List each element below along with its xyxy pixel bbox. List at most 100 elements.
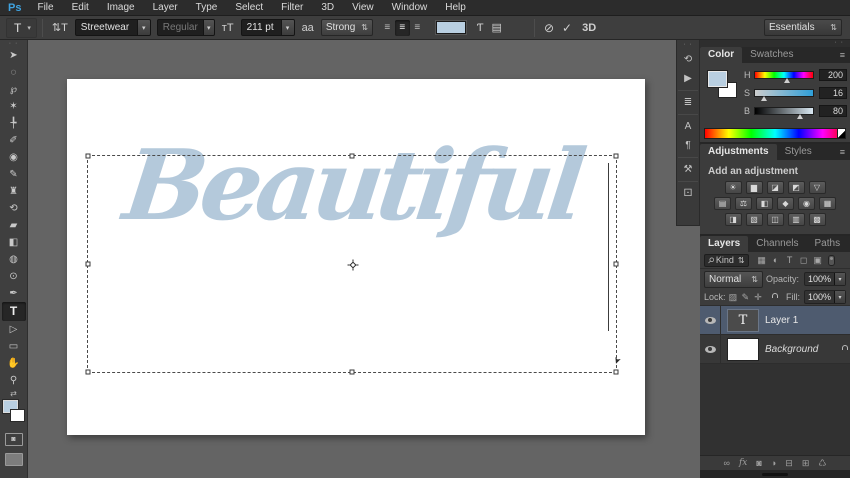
curves-icon[interactable]: ◪	[767, 181, 784, 194]
tab-styles[interactable]: Styles	[777, 144, 820, 160]
layer-style-icon[interactable]: fx	[739, 458, 747, 468]
tab-adjustments[interactable]: Adjustments	[700, 144, 777, 160]
eyedropper-tool[interactable]: ✐	[2, 132, 26, 149]
panel-grip[interactable]: · ·	[700, 40, 850, 47]
font-style-select[interactable]: Regular ▾	[157, 19, 215, 36]
handle-bottom-center[interactable]	[350, 370, 355, 375]
vibrance-icon[interactable]: ▽	[809, 181, 826, 194]
menu-3d[interactable]: 3D	[312, 2, 343, 13]
paragraph-panel-icon[interactable]: ¶	[677, 137, 699, 154]
eraser-tool[interactable]: ▰	[2, 217, 26, 234]
tab-layers[interactable]: Layers	[700, 236, 748, 252]
character-panel-icon[interactable]: A	[677, 118, 699, 135]
resize-handle[interactable]	[762, 473, 788, 476]
3d-button[interactable]: 3D	[576, 22, 602, 34]
menu-select[interactable]: Select	[226, 2, 272, 13]
hue-saturation-icon[interactable]: ▤	[714, 197, 731, 210]
handle-middle-right[interactable]	[614, 262, 619, 267]
eye-icon[interactable]	[705, 317, 716, 324]
eye-icon[interactable]	[705, 346, 716, 353]
panel-grip[interactable]: · ·	[683, 41, 693, 48]
history-icon[interactable]: ⟲	[677, 51, 699, 68]
tool-preset-picker[interactable]: T ▾	[6, 18, 37, 38]
color-balance-icon[interactable]: ⚖	[735, 197, 752, 210]
filter-kind-select[interactable]: ⚲ Kind ⇅	[704, 254, 749, 267]
tab-paths[interactable]: Paths	[807, 236, 849, 252]
3d-panel-icon[interactable]: ⚀	[677, 185, 699, 202]
path-selection-tool[interactable]: ▷	[2, 321, 26, 338]
filter-smart-object-icon[interactable]: ▣	[811, 255, 825, 266]
brightness-value[interactable]: 80	[819, 105, 847, 117]
foreground-color-swatch[interactable]	[708, 71, 727, 87]
background-thumbnail[interactable]	[727, 338, 759, 361]
properties-icon[interactable]: ≣	[677, 94, 699, 111]
chevron-down-icon[interactable]: ▾	[203, 20, 214, 35]
chevron-down-icon[interactable]: ▾	[834, 291, 845, 303]
menu-file[interactable]: File	[28, 2, 62, 13]
threshold-icon[interactable]: ◫	[767, 213, 784, 226]
add-layer-mask-icon[interactable]: ◙	[756, 458, 761, 468]
background-color-swatch[interactable]	[10, 409, 25, 422]
clone-stamp-tool[interactable]: ♜	[2, 183, 26, 200]
fill-field[interactable]: 100% ▾	[804, 290, 846, 304]
new-group-icon[interactable]: ⊟	[785, 458, 793, 469]
workspace-select[interactable]: Essentials ⇅	[764, 19, 842, 36]
saturation-slider[interactable]	[754, 89, 814, 97]
menu-view[interactable]: View	[343, 2, 383, 13]
lock-position-icon[interactable]: ✛	[753, 292, 764, 303]
filter-shape-icon[interactable]: ◻	[797, 255, 811, 266]
handle-middle-left[interactable]	[86, 262, 91, 267]
dodge-tool[interactable]: ⊙	[2, 268, 26, 285]
brightness-slider[interactable]	[754, 107, 814, 115]
handle-top-center[interactable]	[350, 154, 355, 159]
tab-channels[interactable]: Channels	[748, 236, 806, 252]
blend-mode-select[interactable]: Normal ⇅	[704, 271, 763, 288]
text-orientation-icon[interactable]: ⇅T	[48, 17, 72, 39]
reference-point-icon[interactable]	[348, 260, 359, 271]
layer-name[interactable]: Layer 1	[765, 315, 798, 326]
swap-colors-icon[interactable]: ⇄	[10, 389, 17, 399]
menu-image[interactable]: Image	[98, 2, 144, 13]
filter-toggle-switch[interactable]	[828, 255, 835, 266]
quick-selection-tool[interactable]: ✶	[2, 98, 26, 115]
hand-tool[interactable]: ✋	[2, 355, 26, 372]
anti-alias-select[interactable]: Strong ⇅	[321, 19, 373, 36]
delete-layer-icon[interactable]: ♺	[818, 458, 826, 469]
commit-edit-icon[interactable]: ✓	[558, 17, 576, 39]
lock-transparency-icon[interactable]: ▨	[728, 292, 739, 303]
layer-thumbnail[interactable]: T	[721, 306, 765, 334]
slider-marker[interactable]	[761, 96, 767, 101]
new-adjustment-layer-icon[interactable]: ◑	[771, 458, 776, 468]
panel-menu-icon[interactable]: ≡	[835, 147, 850, 157]
panel-grip[interactable]: · ·	[9, 40, 19, 47]
healing-brush-tool[interactable]: ◉	[2, 149, 26, 166]
hue-slider[interactable]	[754, 71, 814, 79]
align-center-button[interactable]: ≡	[395, 20, 410, 36]
lock-paint-icon[interactable]: ✎	[740, 292, 751, 303]
link-layers-icon[interactable]: ∞	[724, 458, 730, 468]
rectangle-tool[interactable]: ▭	[2, 338, 26, 355]
color-spectrum-bar[interactable]	[704, 128, 846, 139]
handle-top-right[interactable]	[614, 154, 619, 159]
filter-type-icon[interactable]: T	[783, 255, 797, 265]
tab-swatches[interactable]: Swatches	[742, 47, 801, 63]
slider-marker[interactable]	[797, 114, 803, 119]
marquee-tool[interactable]: ◌	[2, 64, 26, 81]
visibility-cell[interactable]	[700, 306, 721, 334]
slider-marker[interactable]	[784, 78, 790, 83]
text-color-swatch[interactable]	[436, 21, 466, 34]
actions-icon[interactable]: ▶	[677, 70, 699, 87]
lasso-tool[interactable]: ℘	[2, 81, 26, 98]
layer-thumbnail[interactable]	[721, 335, 765, 363]
invert-icon[interactable]: ◨	[725, 213, 742, 226]
visibility-cell[interactable]	[700, 335, 721, 363]
brightness-contrast-icon[interactable]: ☀	[725, 181, 742, 194]
opacity-field[interactable]: 100% ▾	[804, 272, 846, 286]
photo-filter-icon[interactable]: ◆	[777, 197, 794, 210]
tab-color[interactable]: Color	[700, 47, 742, 63]
handle-bottom-right[interactable]	[614, 370, 619, 375]
posterize-icon[interactable]: ▧	[746, 213, 763, 226]
type-tool[interactable]: T	[2, 302, 26, 321]
menu-type[interactable]: Type	[187, 2, 227, 13]
panel-menu-icon[interactable]: ≡	[835, 50, 850, 60]
